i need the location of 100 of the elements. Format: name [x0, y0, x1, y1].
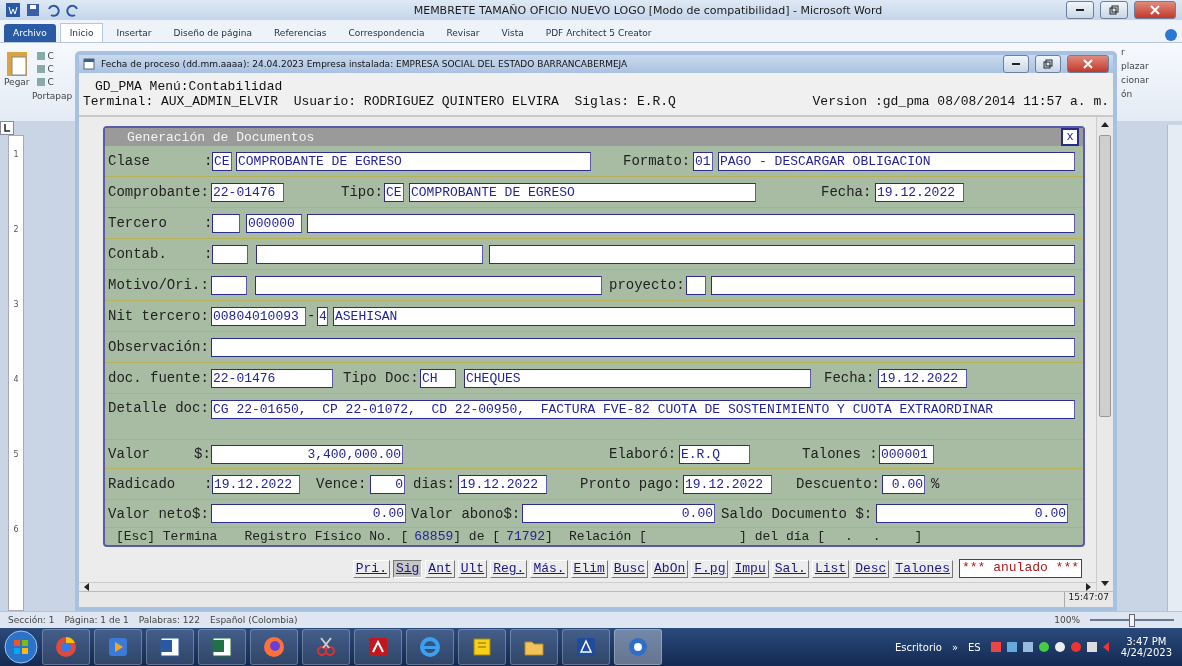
input-field[interactable]: [489, 244, 1075, 264]
input-field[interactable]: 000000: [246, 213, 302, 233]
input-field[interactable]: [211, 275, 247, 295]
input-field[interactable]: 19.12.2022: [212, 474, 300, 494]
taskbar-button[interactable]: [198, 629, 246, 665]
toolbar-button[interactable]: Ant: [425, 559, 455, 578]
toolbar-button[interactable]: Talones: [892, 559, 953, 578]
minimize-button[interactable]: [1066, 1, 1094, 19]
input-field[interactable]: [211, 337, 1075, 357]
toolbar-button[interactable]: Ult: [457, 559, 488, 578]
taskbar-button[interactable]: [146, 629, 194, 665]
amount-field[interactable]: 3,400,000.00: [211, 444, 403, 464]
input-field[interactable]: [307, 213, 1075, 233]
taskbar-button[interactable]: [562, 629, 610, 665]
field-label: Motivo/Ori.:: [108, 277, 210, 293]
input-field[interactable]: ASEHISAN: [333, 306, 1075, 326]
input-field[interactable]: [212, 213, 240, 233]
field-label: Vence:: [316, 476, 368, 492]
field-label: Fecha:: [824, 370, 876, 386]
maximize-button[interactable]: [1100, 1, 1128, 19]
ribbon-label[interactable]: cionar: [1121, 75, 1182, 85]
taskbar-button[interactable]: [510, 629, 558, 665]
start-icon[interactable]: [4, 630, 38, 664]
input-field[interactable]: CHEQUES: [464, 368, 811, 388]
document-scrollbar[interactable]: [1167, 125, 1182, 611]
ribbon-tab[interactable]: Diseño de página: [164, 24, 261, 42]
toolbar-button[interactable]: Elim: [570, 559, 608, 578]
input-field[interactable]: [256, 244, 483, 264]
input-field[interactable]: CG 22-01650, CP 22-01072, CD 22-00950, FACTURA FVE-82 CUOTA DE SOSTENIMIENTO Y CUOTA EXTRAORDINAR: [211, 400, 1075, 419]
record-number: 71792: [506, 529, 546, 544]
toolbar-button[interactable]: List: [811, 559, 850, 578]
toolbar-button[interactable]: Reg.: [490, 559, 528, 578]
paste-button[interactable]: Pegar: [4, 77, 30, 87]
redo-icon[interactable]: [66, 3, 80, 17]
ribbon-tab[interactable]: Insertar: [107, 24, 161, 42]
amount-field[interactable]: 0.00: [522, 504, 715, 523]
toolbar-button[interactable]: F.pg: [691, 559, 729, 578]
close-button[interactable]: x: [1061, 128, 1079, 146]
input-field[interactable]: CE: [384, 182, 404, 202]
input-field[interactable]: CE: [212, 151, 232, 171]
input-field[interactable]: 01: [693, 151, 713, 171]
ribbon-tab[interactable]: Referencias: [265, 24, 336, 42]
ribbon-tab[interactable]: Revisar: [437, 24, 489, 42]
toolbar-button[interactable]: Impu: [731, 559, 769, 578]
input-field[interactable]: [711, 275, 1075, 295]
input-field[interactable]: 00804010093: [211, 306, 306, 326]
language-indicator[interactable]: ES: [968, 641, 981, 653]
input-field[interactable]: 19.12.2022: [458, 474, 547, 494]
toolbar-label[interactable]: Escritorio: [894, 641, 942, 653]
minimize-button[interactable]: [1003, 55, 1029, 73]
input-field[interactable]: 000001: [879, 444, 934, 464]
vertical-scrollbar[interactable]: [1096, 117, 1113, 591]
taskbar-button[interactable]: [458, 629, 506, 665]
close-button[interactable]: [1067, 55, 1109, 73]
undo-icon[interactable]: [46, 3, 60, 17]
input-field[interactable]: COMPROBANTE DE EGRESO: [236, 151, 591, 171]
taskbar-button[interactable]: [614, 629, 662, 665]
input-field[interactable]: 19.12.2022: [875, 182, 964, 202]
maximize-button[interactable]: [1035, 55, 1061, 73]
overflow-button[interactable]: »: [951, 641, 959, 653]
ribbon-label[interactable]: plazar: [1121, 61, 1182, 71]
zoom-thumb[interactable]: [1129, 613, 1135, 627]
taskbar-button[interactable]: [94, 629, 142, 665]
close-button[interactable]: [1134, 1, 1176, 19]
ribbon-tab[interactable]: Correspondencia: [339, 24, 434, 42]
toolbar-button[interactable]: Sig: [392, 559, 423, 578]
amount-field[interactable]: 0.00: [876, 504, 1068, 523]
amount-field[interactable]: 0: [370, 474, 405, 494]
ribbon-tab[interactable]: Vista: [492, 24, 533, 42]
amount-field[interactable]: 0.00: [882, 474, 925, 494]
input-field[interactable]: [255, 275, 602, 295]
input-field[interactable]: PAGO - DESCARGAR OBLIGACION: [718, 151, 1075, 171]
toolbar-button[interactable]: Pri.: [352, 559, 390, 578]
input-field[interactable]: 4: [317, 306, 328, 326]
save-icon[interactable]: [26, 3, 40, 17]
taskbar-button[interactable]: [42, 629, 90, 665]
input-field[interactable]: [686, 275, 706, 295]
app-icon: [83, 58, 95, 70]
input-field[interactable]: COMPROBANTE DE EGRESO: [409, 182, 756, 202]
ribbon-tab[interactable]: Archivo: [4, 24, 56, 42]
ribbon-label[interactable]: ón: [1121, 89, 1182, 99]
amount-field[interactable]: 0.00: [211, 504, 406, 523]
horizontal-scrollbar[interactable]: [79, 582, 1096, 591]
input-field[interactable]: [212, 244, 248, 264]
ribbon-tab[interactable]: Inicio: [59, 23, 104, 42]
input-field[interactable]: 19.12.2022: [878, 368, 967, 388]
toolbar-button[interactable]: Busc: [610, 559, 649, 578]
taskbar-button[interactable]: [354, 629, 402, 665]
input-field[interactable]: 19.12.2022: [683, 474, 772, 494]
ribbon-label[interactable]: r: [1121, 47, 1182, 57]
toolbar-button[interactable]: Más.: [530, 559, 568, 578]
input-field[interactable]: 22-01476: [211, 182, 284, 202]
input-field[interactable]: CH: [420, 368, 456, 388]
help-icon[interactable]: [1164, 28, 1178, 42]
toolbar-button[interactable]: Sal.: [771, 559, 809, 578]
input-field[interactable]: E.R.Q: [679, 444, 750, 464]
toolbar-button[interactable]: AbOn: [651, 559, 689, 578]
input-field[interactable]: 22-01476: [211, 368, 333, 388]
ribbon-tab[interactable]: PDF Architect 5 Creator: [536, 24, 661, 42]
toolbar-button[interactable]: Desc: [852, 559, 890, 578]
